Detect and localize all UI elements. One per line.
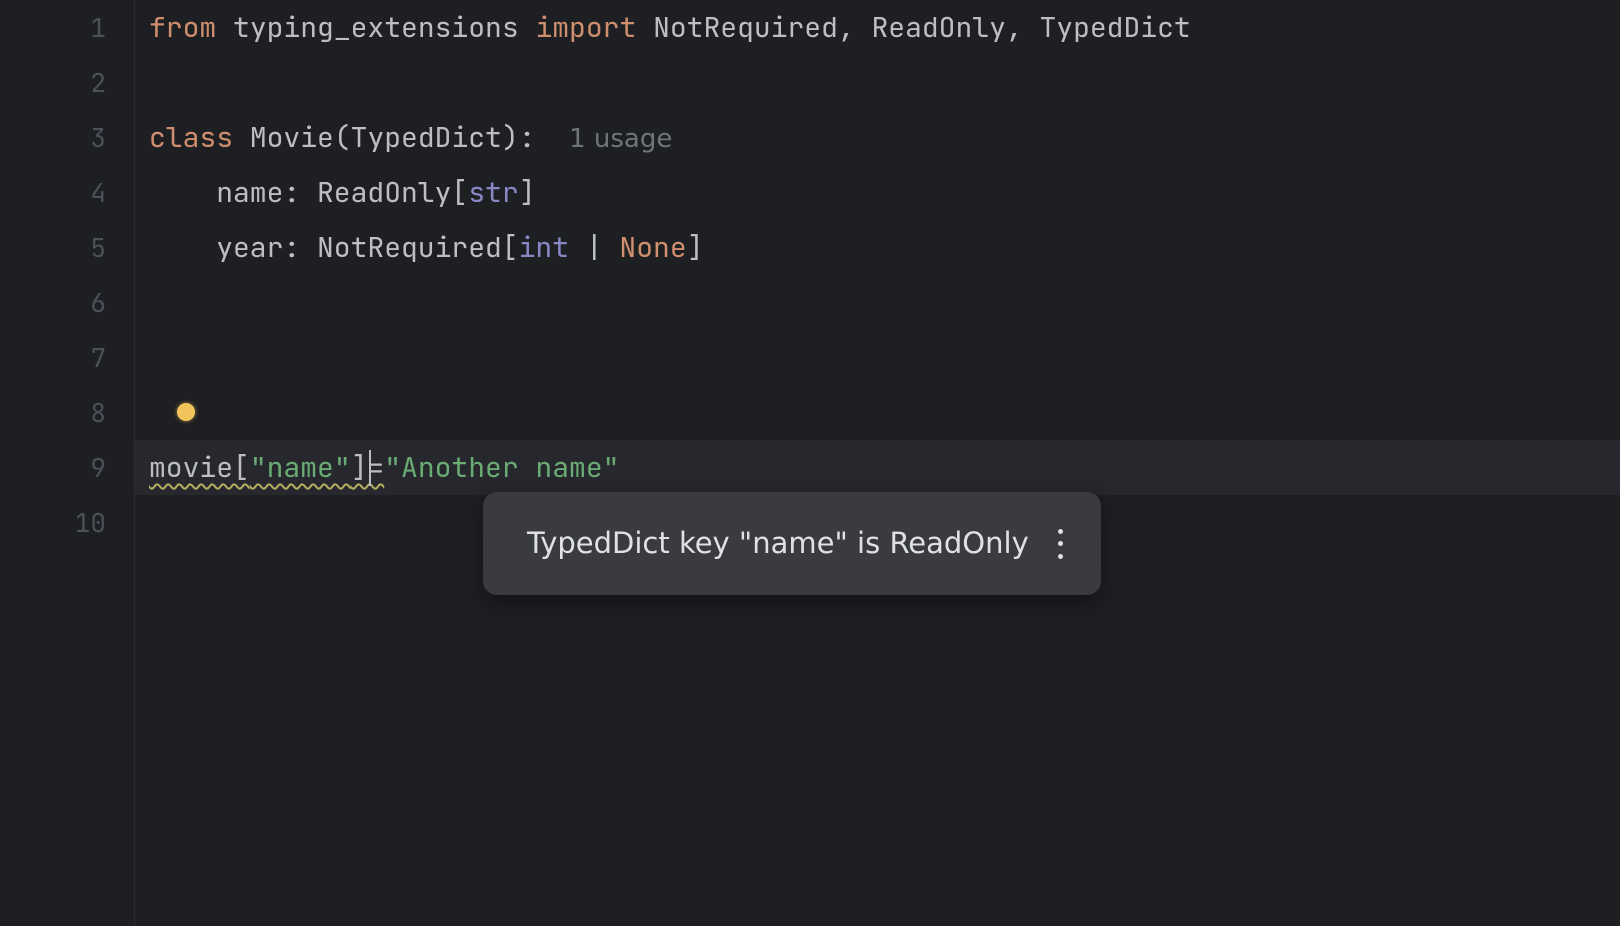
bracket-eq: ]= <box>351 449 385 486</box>
code-line-current[interactable]: movie["name"]="Another name" <box>135 440 1620 495</box>
type-str: str <box>468 174 518 211</box>
code-line[interactable] <box>149 275 1620 330</box>
line-number: 7 <box>0 330 106 385</box>
code-line[interactable] <box>149 55 1620 110</box>
line-number: 10 <box>0 495 106 550</box>
code-editor[interactable]: 1 2 3 4 5 6 7 8 9 10 from typing_extensi… <box>0 0 1620 926</box>
text-caret <box>369 450 371 486</box>
paren: ( <box>334 119 351 156</box>
code-line[interactable]: class Movie(TypedDict): 1 usage <box>149 110 1620 165</box>
warning-underline: movie["name"]= <box>149 449 384 486</box>
tooltip-text: TypedDict key "name" is ReadOnly <box>527 516 1029 571</box>
module-name: typing_extensions <box>233 9 519 46</box>
usage-hint[interactable]: 1 usage <box>569 124 672 154</box>
code-line[interactable]: movie = Movie(name="Movie name") <box>149 385 1620 440</box>
line-number: 9 <box>0 440 106 495</box>
pipe: | <box>569 229 619 266</box>
bracket: ] <box>519 174 536 211</box>
field: year: NotRequired[ <box>216 229 518 266</box>
var: movie[ <box>149 449 250 486</box>
line-number: 4 <box>0 165 106 220</box>
keyword-class: class <box>149 119 233 156</box>
code-line[interactable]: year: NotRequired[int | None] <box>149 220 1620 275</box>
keyword-from: from <box>149 9 216 46</box>
class-name: Movie <box>250 119 334 156</box>
field: name: ReadOnly[ <box>216 174 468 211</box>
code-line[interactable] <box>149 330 1620 385</box>
intention-bulb-icon[interactable] <box>177 403 195 421</box>
code-line[interactable]: name: ReadOnly[str] <box>149 165 1620 220</box>
line-number: 2 <box>0 55 106 110</box>
line-number: 5 <box>0 220 106 275</box>
type-int: int <box>519 229 569 266</box>
import-names: NotRequired, ReadOnly, TypedDict <box>653 9 1191 46</box>
type-none: None <box>619 229 686 266</box>
bracket: ] <box>687 229 704 266</box>
code-area[interactable]: from typing_extensions import NotRequire… <box>135 0 1620 926</box>
inspection-tooltip[interactable]: TypedDict key "name" is ReadOnly <box>483 492 1101 595</box>
line-number-gutter: 1 2 3 4 5 6 7 8 9 10 <box>0 0 135 926</box>
base-class: TypedDict <box>351 119 502 156</box>
line-number: 8 <box>0 385 106 440</box>
line-number: 1 <box>0 0 106 55</box>
string-literal: "Another name" <box>384 449 619 486</box>
code-line[interactable]: from typing_extensions import NotRequire… <box>149 0 1620 55</box>
more-icon[interactable] <box>1049 529 1073 559</box>
line-number: 6 <box>0 275 106 330</box>
key-string: "name" <box>250 449 351 486</box>
line-number: 3 <box>0 110 106 165</box>
paren-colon: ): <box>502 119 536 156</box>
keyword-import: import <box>535 9 636 46</box>
